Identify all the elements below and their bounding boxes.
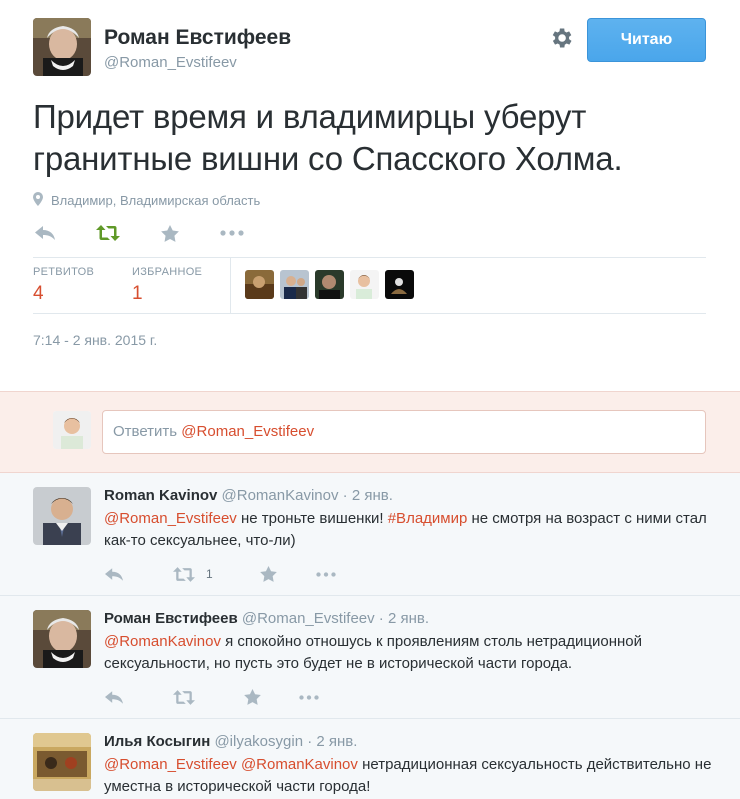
mention-link[interactable]: @RomanKavinov bbox=[104, 633, 221, 650]
more-icon[interactable] bbox=[219, 222, 245, 244]
dot-separator: · bbox=[307, 733, 317, 750]
reply-author-avatar[interactable] bbox=[33, 487, 91, 545]
reply-time[interactable]: 2 янв. bbox=[316, 733, 357, 750]
reply-actions bbox=[104, 686, 321, 708]
favorite-star-icon[interactable] bbox=[159, 222, 181, 244]
reply-text: @Roman_Evstifeev @RomanKavinov нетрадици… bbox=[104, 754, 714, 798]
retweet-icon[interactable] bbox=[172, 686, 196, 708]
reply-icon[interactable] bbox=[104, 563, 124, 585]
author-name[interactable]: Роман Евстифеев bbox=[104, 26, 291, 50]
reply-icon[interactable] bbox=[104, 686, 124, 708]
reply-header: Илья Косыгин @ilyakosygin · 2 янв. bbox=[104, 733, 357, 750]
retweet-icon[interactable] bbox=[96, 222, 120, 244]
engager-avatar[interactable] bbox=[385, 270, 414, 299]
divider bbox=[230, 258, 231, 313]
reply-input[interactable]: Ответить @Roman_Evstifeev bbox=[102, 410, 706, 454]
favorites-stat[interactable]: ИЗБРАННОЕ 1 bbox=[132, 266, 202, 305]
favorites-count: 1 bbox=[132, 283, 143, 304]
favorite-star-icon[interactable] bbox=[259, 563, 279, 585]
divider bbox=[33, 313, 706, 314]
reply-author-name[interactable]: Roman Kavinov bbox=[104, 487, 217, 504]
reply-author-avatar[interactable] bbox=[33, 733, 91, 791]
more-icon[interactable] bbox=[314, 563, 338, 585]
reply-mention: @Roman_Evstifeev bbox=[181, 423, 315, 440]
mention-link[interactable]: @RomanKavinov bbox=[241, 756, 358, 773]
reply-tweet[interactable]: Илья Косыгин @ilyakosygin · 2 янв. @Roma… bbox=[0, 719, 740, 799]
tweet-actions bbox=[33, 222, 245, 244]
reply-text: @Roman_Evstifeev не троньте вишенки! #Вл… bbox=[104, 508, 714, 552]
reply-header: Роман Евстифеев @Roman_Evstifeev · 2 янв… bbox=[104, 610, 429, 627]
gear-icon[interactable] bbox=[548, 25, 574, 51]
reply-author-name[interactable]: Роман Евстифеев bbox=[104, 610, 238, 627]
tweet-text: Придет время и владимирцы уберут гранитн… bbox=[33, 98, 623, 177]
reply-header: Roman Kavinov @RomanKavinov · 2 янв. bbox=[104, 487, 393, 504]
reply-text: @RomanKavinov я спокойно отношусь к проя… bbox=[104, 631, 714, 675]
divider bbox=[33, 257, 706, 258]
reply-author-handle[interactable]: @RomanKavinov bbox=[222, 487, 339, 504]
reply-author-handle[interactable]: @Roman_Evstifeev bbox=[242, 610, 375, 627]
retweet-count: 1 bbox=[206, 567, 213, 581]
retweet-icon[interactable] bbox=[172, 563, 196, 585]
engager-avatar[interactable] bbox=[315, 270, 344, 299]
reply-tweet[interactable]: Роман Евстифеев @Roman_Evstifeev · 2 янв… bbox=[0, 596, 740, 719]
mention-link[interactable]: @Roman_Evstifeev bbox=[104, 510, 237, 527]
reply-author-avatar[interactable] bbox=[33, 610, 91, 668]
reply-actions: 1 bbox=[104, 563, 338, 585]
favorites-label: ИЗБРАННОЕ bbox=[132, 266, 203, 278]
engager-avatar[interactable] bbox=[280, 270, 309, 299]
tweet-timestamp[interactable]: 7:14 - 2 янв. 2015 г. bbox=[33, 332, 157, 348]
location[interactable]: Владимир, Владимирская область bbox=[33, 192, 260, 209]
more-icon[interactable] bbox=[297, 686, 321, 708]
reply-composer: Ответить @Roman_Evstifeev bbox=[0, 391, 740, 473]
hashtag-link[interactable]: #Владимир bbox=[388, 510, 468, 527]
reply-time[interactable]: 2 янв. bbox=[388, 610, 429, 627]
replies-list: Roman Kavinov @RomanKavinov · 2 янв. @Ro… bbox=[0, 473, 740, 799]
reply-placeholder: Ответить bbox=[113, 423, 182, 440]
reply-text-part: не троньте вишенки! bbox=[236, 510, 388, 527]
reply-icon[interactable] bbox=[33, 222, 57, 244]
author-handle[interactable]: @Roman_Evstifeev bbox=[104, 54, 237, 71]
main-tweet: Роман Евстифеев @Roman_Evstifeev Читаю П… bbox=[0, 0, 740, 392]
reply-author-handle[interactable]: @ilyakosygin bbox=[214, 733, 303, 750]
engager-avatar[interactable] bbox=[245, 270, 274, 299]
mention-link[interactable]: @Roman_Evstifeev bbox=[104, 756, 237, 773]
location-text: Владимир, Владимирская область bbox=[51, 193, 261, 208]
retweets-label: РЕТВИТОВ bbox=[33, 266, 95, 278]
author-avatar[interactable] bbox=[33, 18, 91, 76]
retweets-stat[interactable]: РЕТВИТОВ 4 bbox=[33, 266, 94, 305]
dot-separator: · bbox=[378, 610, 388, 627]
reply-tweet[interactable]: Roman Kavinov @RomanKavinov · 2 янв. @Ro… bbox=[0, 473, 740, 596]
engager-avatars bbox=[245, 270, 414, 299]
current-user-avatar bbox=[53, 411, 91, 449]
follow-button[interactable]: Читаю bbox=[587, 18, 706, 62]
dot-separator: · bbox=[342, 487, 352, 504]
engager-avatar[interactable] bbox=[350, 270, 379, 299]
favorite-star-icon[interactable] bbox=[242, 686, 262, 708]
location-pin-icon bbox=[33, 192, 43, 209]
reply-author-name[interactable]: Илья Косыгин bbox=[104, 733, 210, 750]
retweets-count: 4 bbox=[33, 283, 44, 304]
reply-time[interactable]: 2 янв. bbox=[352, 487, 393, 504]
